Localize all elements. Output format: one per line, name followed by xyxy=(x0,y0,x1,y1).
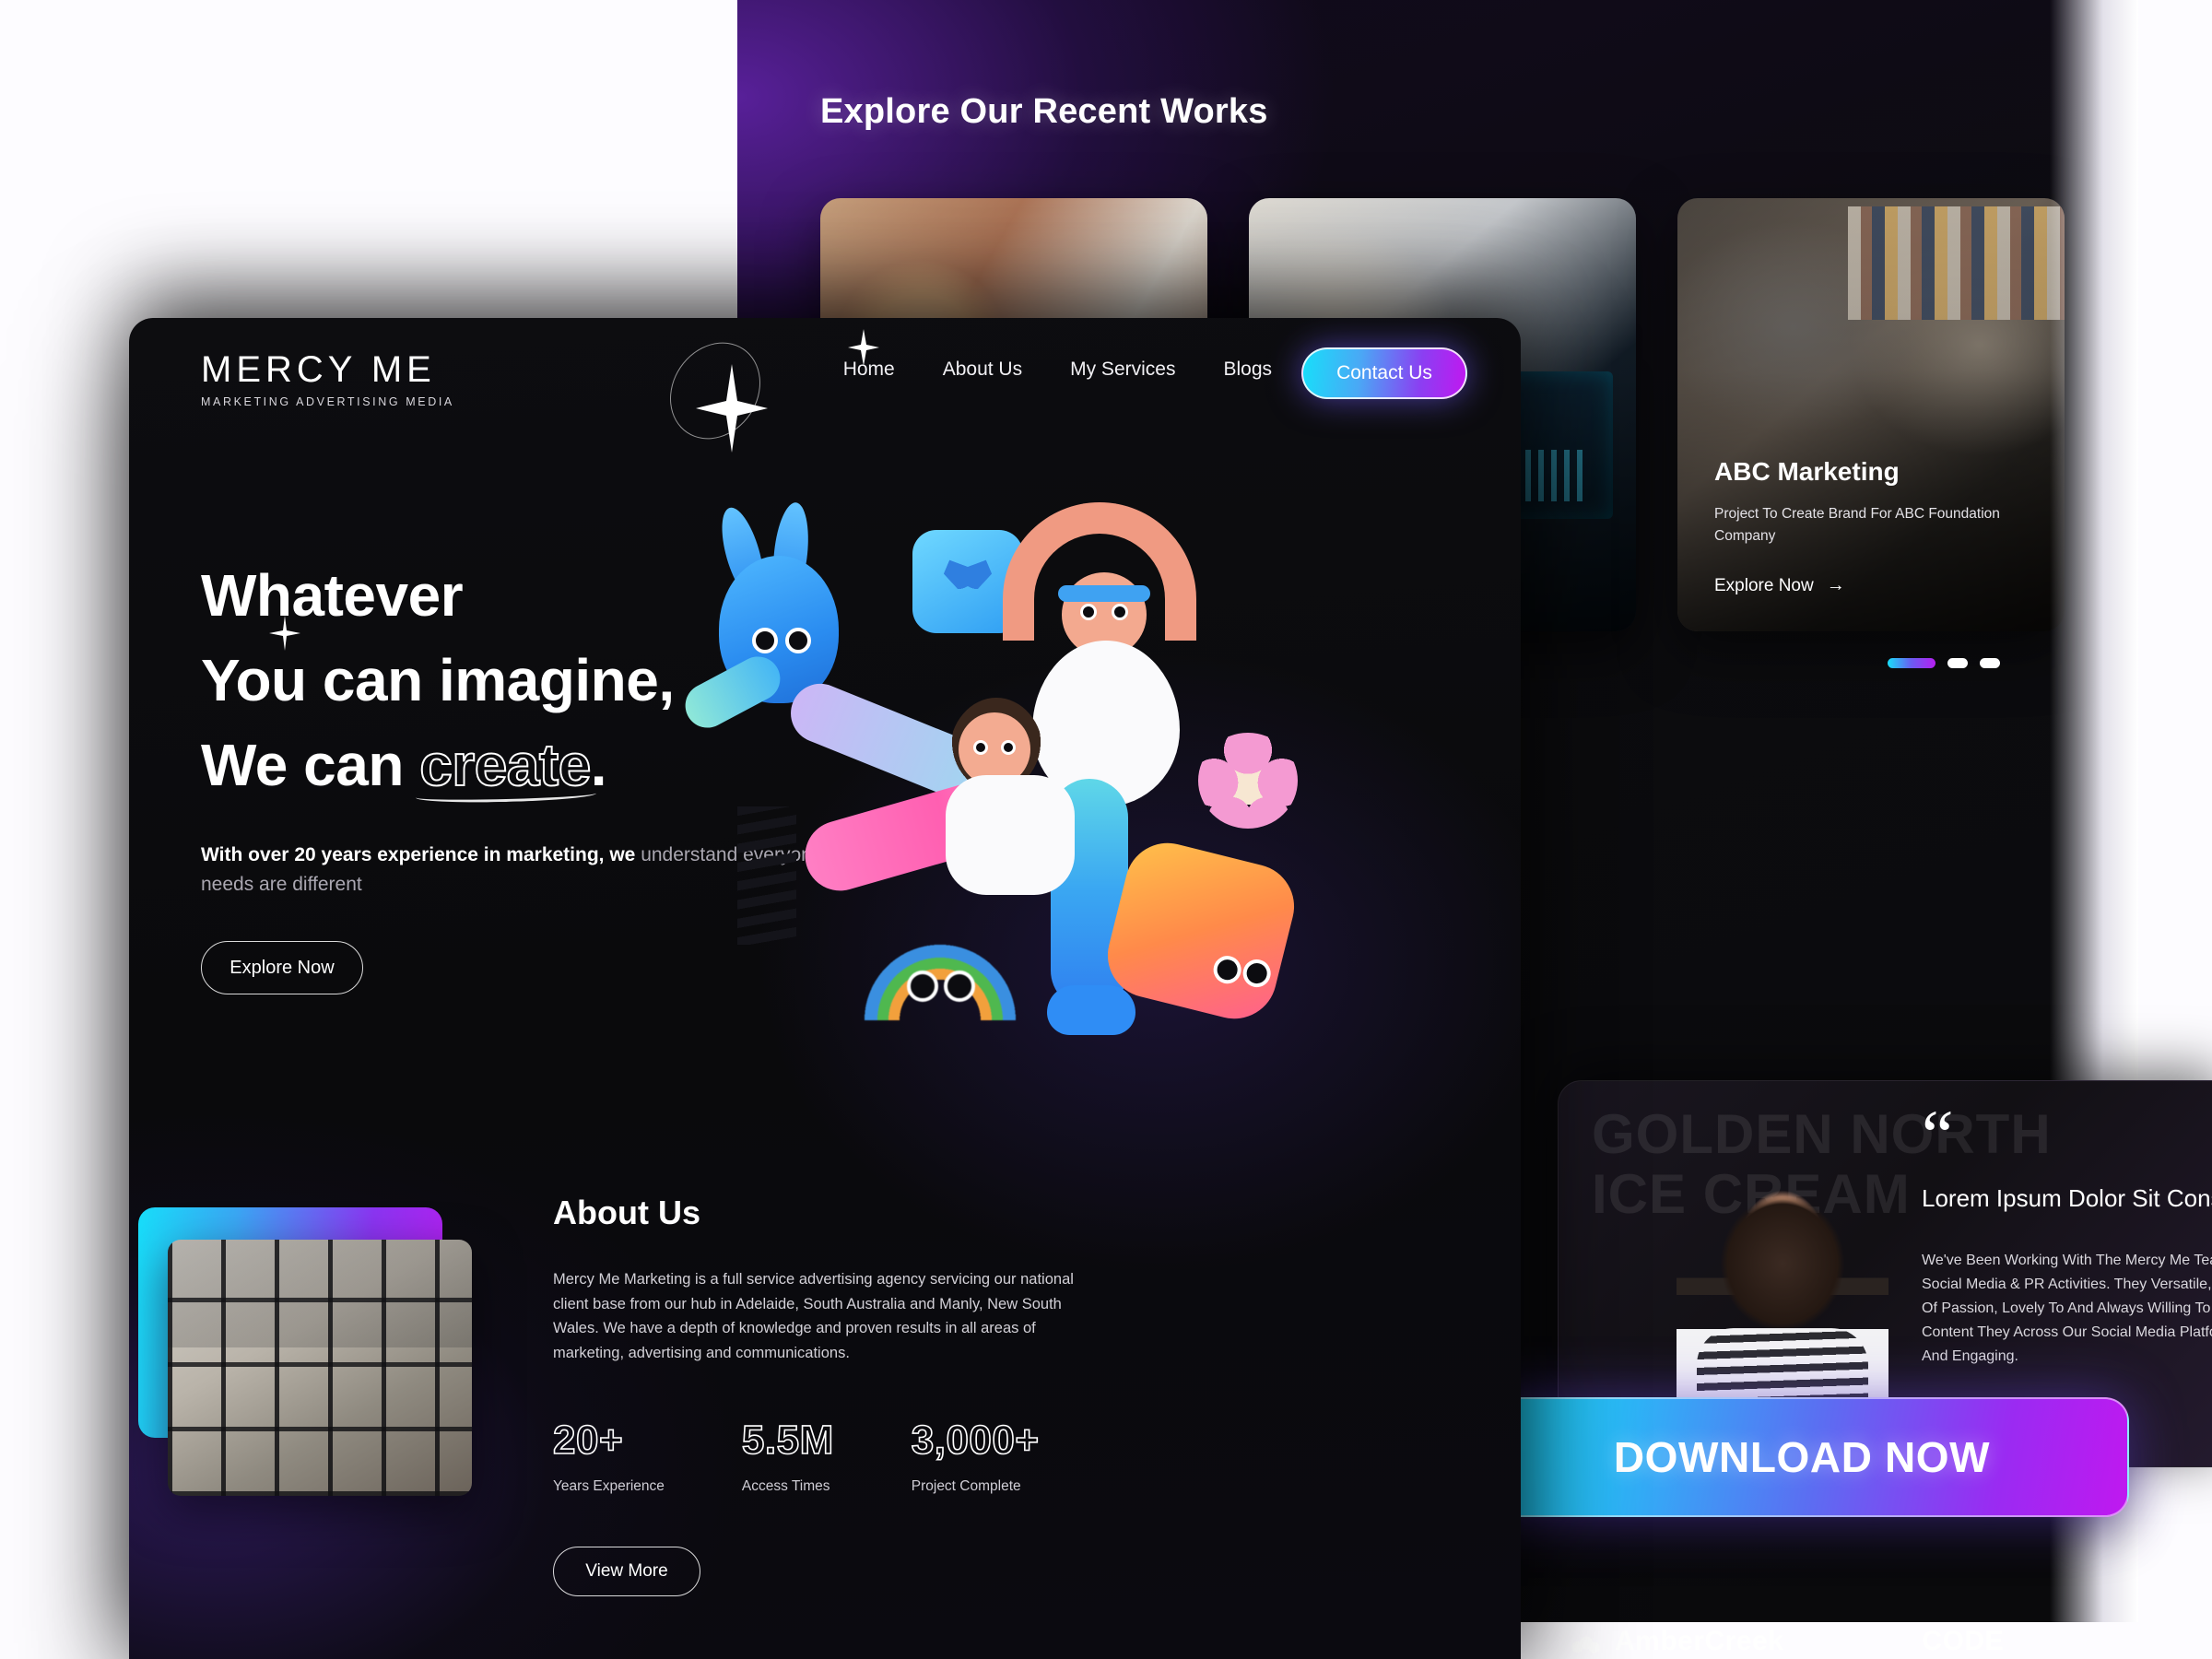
partner-logos: AmberCreek CODE xyxy=(1567,1626,2004,1657)
stat-item: 20+ Years Experience xyxy=(552,1417,665,1495)
hero-subtitle-bold: With over 20 years experience in marketi… xyxy=(201,844,636,866)
eye-icon xyxy=(1210,952,1244,987)
stat-value: 5.5M xyxy=(741,1417,834,1464)
brand-logo[interactable]: MERCY ME MARKETING ADVERTISING MEDIA xyxy=(201,349,454,408)
stat-label: Years Experience xyxy=(553,1477,665,1494)
quote-mark-icon: “ xyxy=(1922,1095,1954,1175)
eye-icon xyxy=(1001,740,1016,755)
work-card-body: ABC Marketing Project To Create Brand Fo… xyxy=(1714,457,2033,596)
nav-item-my-services[interactable]: My Services xyxy=(1070,359,1175,381)
sparkle-icon xyxy=(269,616,300,651)
sparkle-icon xyxy=(848,329,879,366)
recent-works-title: Explore Our Recent Works xyxy=(820,92,1268,131)
view-more-button[interactable]: View More xyxy=(553,1546,700,1596)
stat-label: Access Times xyxy=(741,1477,830,1494)
contact-us-button[interactable]: Contact Us xyxy=(1301,347,1467,399)
hero-headline-accent: create xyxy=(418,731,592,798)
flower-icon xyxy=(1198,733,1298,829)
view-more-label: View More xyxy=(585,1560,668,1581)
eye-icon xyxy=(944,971,975,1002)
figure-body-shape xyxy=(946,775,1075,895)
about-section: About Us Mercy Me Marketing is a full se… xyxy=(552,1194,1124,1596)
about-stats: 20+ Years Experience 5.5M Access Times 3… xyxy=(552,1417,1124,1495)
about-title: About Us xyxy=(553,1194,700,1231)
navbar: MERCY ME MARKETING ADVERTISING MEDIA Hom… xyxy=(129,318,1521,429)
eye-icon xyxy=(1240,956,1274,991)
about-body: Mercy Me Marketing is a full service adv… xyxy=(553,1271,1074,1362)
landing-page-window: MERCY ME MARKETING ADVERTISING MEDIA Hom… xyxy=(129,318,1521,1659)
work-card-abc-marketing[interactable]: ABC Marketing Project To Create Brand Fo… xyxy=(1677,198,2065,631)
hero-headline-accent-wrap: create xyxy=(416,731,596,805)
partner-name: AmberCreek xyxy=(1615,1626,1784,1656)
headband-shape xyxy=(1058,585,1150,602)
download-now-button[interactable]: DOWNLOAD NOW xyxy=(1475,1397,2129,1517)
stat-label: Project Complete xyxy=(911,1477,1021,1494)
pagination-dot-active[interactable] xyxy=(1888,658,1936,668)
eye-icon xyxy=(973,740,988,755)
stat-item: 5.5M Access Times xyxy=(741,1417,834,1495)
partner-logo-code: CODE xyxy=(1922,1626,2004,1657)
pagination-dot[interactable] xyxy=(1947,658,1968,668)
testimonial-watermark-line1: GOLDEN NORTH xyxy=(1592,1103,2052,1165)
eye-icon xyxy=(785,628,811,653)
screenshot-stage: Explore Our Recent Works ABC Marketing P… xyxy=(0,0,2212,1659)
stat-value: 3,000+ xyxy=(911,1417,1040,1464)
carousel-pagination[interactable] xyxy=(1888,658,2000,668)
eye-icon xyxy=(752,628,778,653)
figure-shoe-shape xyxy=(1047,985,1135,1035)
about-team-photo xyxy=(168,1240,472,1496)
arrow-right-icon: → xyxy=(1826,575,1845,595)
eye-icon xyxy=(1112,604,1128,620)
squiggle-icon xyxy=(737,806,796,945)
pagination-dot[interactable] xyxy=(1980,658,2000,668)
partner-logo-ambercreek: AmberCreek xyxy=(1567,1626,1783,1657)
work-card-explore-link[interactable]: Explore Now → xyxy=(1714,575,2033,596)
nav-item-blogs[interactable]: Blogs xyxy=(1223,359,1272,381)
hero-headline-suffix: . xyxy=(590,731,607,798)
stat-value: 20+ xyxy=(552,1417,624,1464)
leaf-icon xyxy=(1567,1628,1602,1655)
download-now-label: DOWNLOAD NOW xyxy=(1613,1433,1991,1481)
nav-item-about-us[interactable]: About Us xyxy=(943,359,1022,381)
brand-logo-name: MERCY ME xyxy=(201,349,436,390)
eye-icon xyxy=(1080,604,1097,620)
contact-us-label: Contact Us xyxy=(1336,362,1432,383)
work-card-title: ABC Marketing xyxy=(1714,456,1900,486)
work-card-description: Project To Create Brand For ABC Foundati… xyxy=(1714,505,2000,544)
eye-icon xyxy=(907,971,938,1002)
hero-explore-now-label: Explore Now xyxy=(229,957,335,978)
hero-illustration xyxy=(677,500,1303,1055)
hero-headline-prefix: We can xyxy=(201,731,404,798)
testimonial-body: We've Been Working With The Mercy Me Tea… xyxy=(1922,1253,2212,1364)
work-card-explore-label: Explore Now xyxy=(1714,575,1814,595)
stat-item: 3,000+ Project Complete xyxy=(911,1417,1040,1495)
hero-explore-now-button[interactable]: Explore Now xyxy=(201,941,363,995)
brand-logo-tagline: MARKETING ADVERTISING MEDIA xyxy=(201,395,454,408)
partner-name: CODE xyxy=(1922,1626,2005,1656)
rainbow-mascot-shape xyxy=(848,919,1032,1020)
nav-links: Home About Us My Services Blogs xyxy=(843,359,1272,381)
testimonial-headline: Lorem Ipsum Dolor Sit Consec xyxy=(1922,1184,2212,1212)
sparkle-icon xyxy=(696,364,768,453)
